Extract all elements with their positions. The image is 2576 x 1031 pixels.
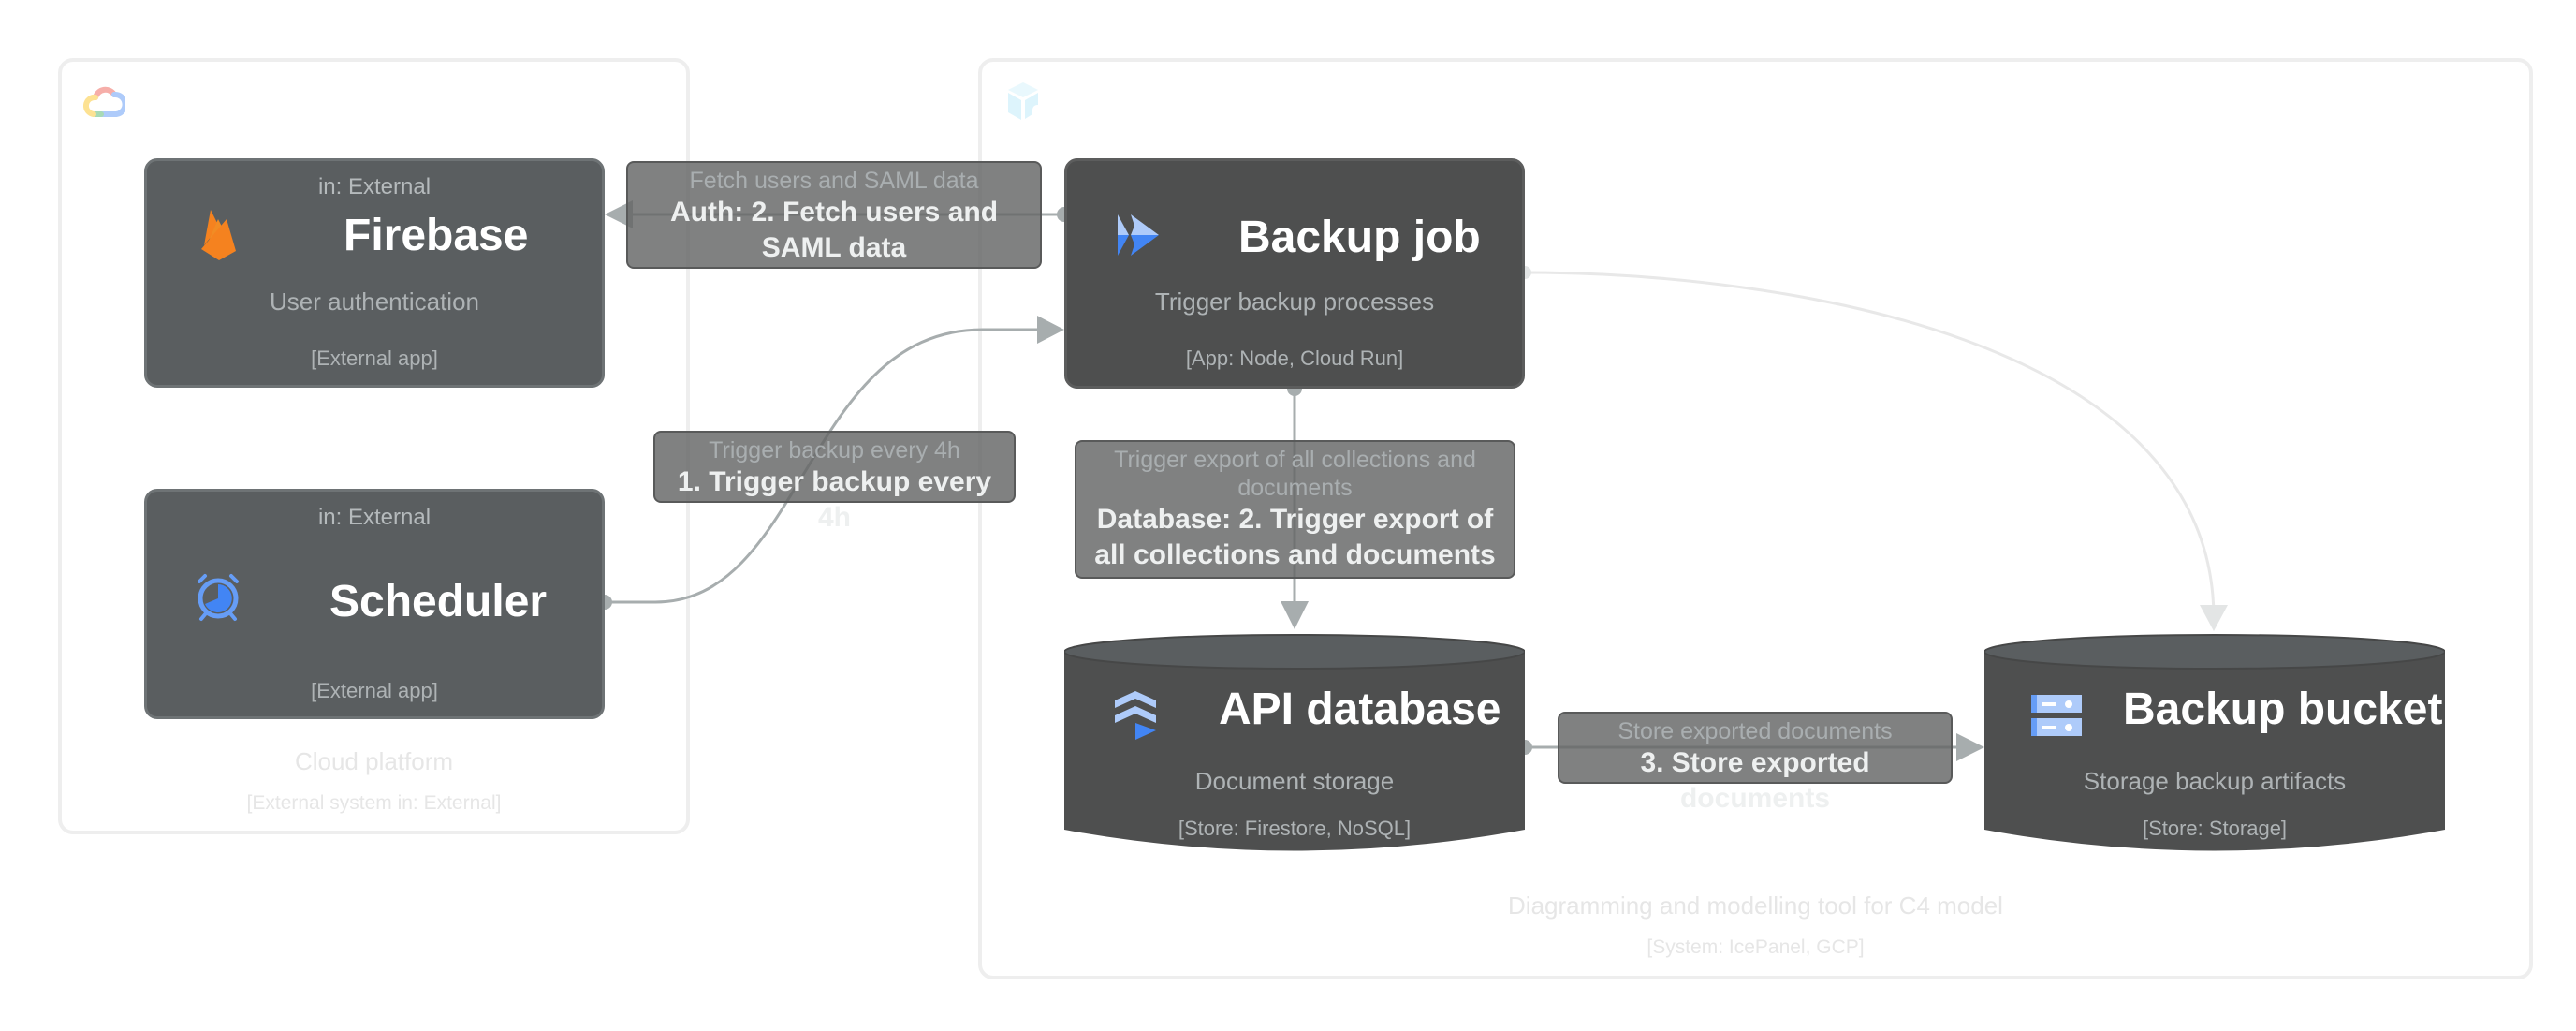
node-tag: in: External (317, 505, 432, 530)
node-description: Storage backup artifacts (2083, 767, 2347, 795)
node-description: User authentication (269, 287, 480, 316)
node-title: Firebase (344, 211, 529, 260)
relation-title: 3. Store exported documents (1640, 747, 1870, 814)
node-title: Scheduler (329, 577, 548, 626)
node-backup-bucket[interactable]: Backup bucket Storage backup artifacts [… (1984, 633, 2445, 855)
relation-label-database[interactable]: Trigger export of all collections and do… (1075, 440, 1515, 579)
node-tag: in: External (317, 174, 432, 199)
node-firebase[interactable]: in: External Firebase User authenticatio… (144, 158, 605, 388)
node-backup-job[interactable]: Backup job Trigger backup processes [App… (1064, 158, 1525, 389)
relation-label-trigger[interactable]: Trigger backup every 4h 1. Trigger backu… (653, 431, 1016, 533)
relation-label-auth[interactable]: Fetch users and SAML data Auth: 2. Fetch… (626, 161, 1042, 269)
node-scheduler[interactable]: in: External Scheduler [External app] (144, 489, 605, 719)
arrowhead-icon (1037, 316, 1064, 344)
node-technology: [Store: Firestore, NoSQL] (1178, 817, 1412, 840)
arrowhead-icon (2200, 605, 2228, 631)
node-technology: [Store: Storage] (2142, 817, 2288, 840)
relation-title: 1. Trigger backup every 4h (677, 466, 992, 533)
cloud-run-icon (1116, 213, 1161, 262)
node-technology: [External app] (311, 346, 438, 370)
relation-description: Store exported documents (1617, 718, 1893, 744)
cloud-scheduler-icon (194, 572, 242, 627)
relation-description: Trigger export of all collections and do… (1114, 447, 1476, 501)
firestore-icon (1113, 691, 1158, 744)
node-title: API database (1219, 685, 1501, 734)
arrowhead-icon (1956, 733, 1984, 761)
cloud-storage-icon (2031, 695, 2082, 741)
node-title: Backup job (1238, 213, 1481, 262)
relation-title: Database: 2. Trigger export of all colle… (1094, 504, 1496, 570)
node-title: Backup bucket (2123, 685, 2443, 734)
firebase-icon (198, 208, 240, 265)
relation-description: Trigger backup every 4h (709, 437, 960, 464)
node-technology: [App: Node, Cloud Run] (1185, 346, 1404, 370)
relation-line-job-to-bucket[interactable] (1524, 271, 2216, 619)
relation-label-store[interactable]: Store exported documents 3. Store export… (1558, 712, 1953, 814)
arrowhead-icon (1281, 601, 1309, 629)
node-api-database[interactable]: API database Document storage [Store: Fi… (1064, 633, 1525, 855)
relation-description: Fetch users and SAML data (689, 168, 979, 194)
relation-title: Auth: 2. Fetch users and SAML data (669, 197, 999, 263)
node-description: Document storage (1194, 767, 1395, 795)
node-description: Trigger backup processes (1154, 287, 1435, 316)
node-technology: [External app] (311, 679, 438, 702)
